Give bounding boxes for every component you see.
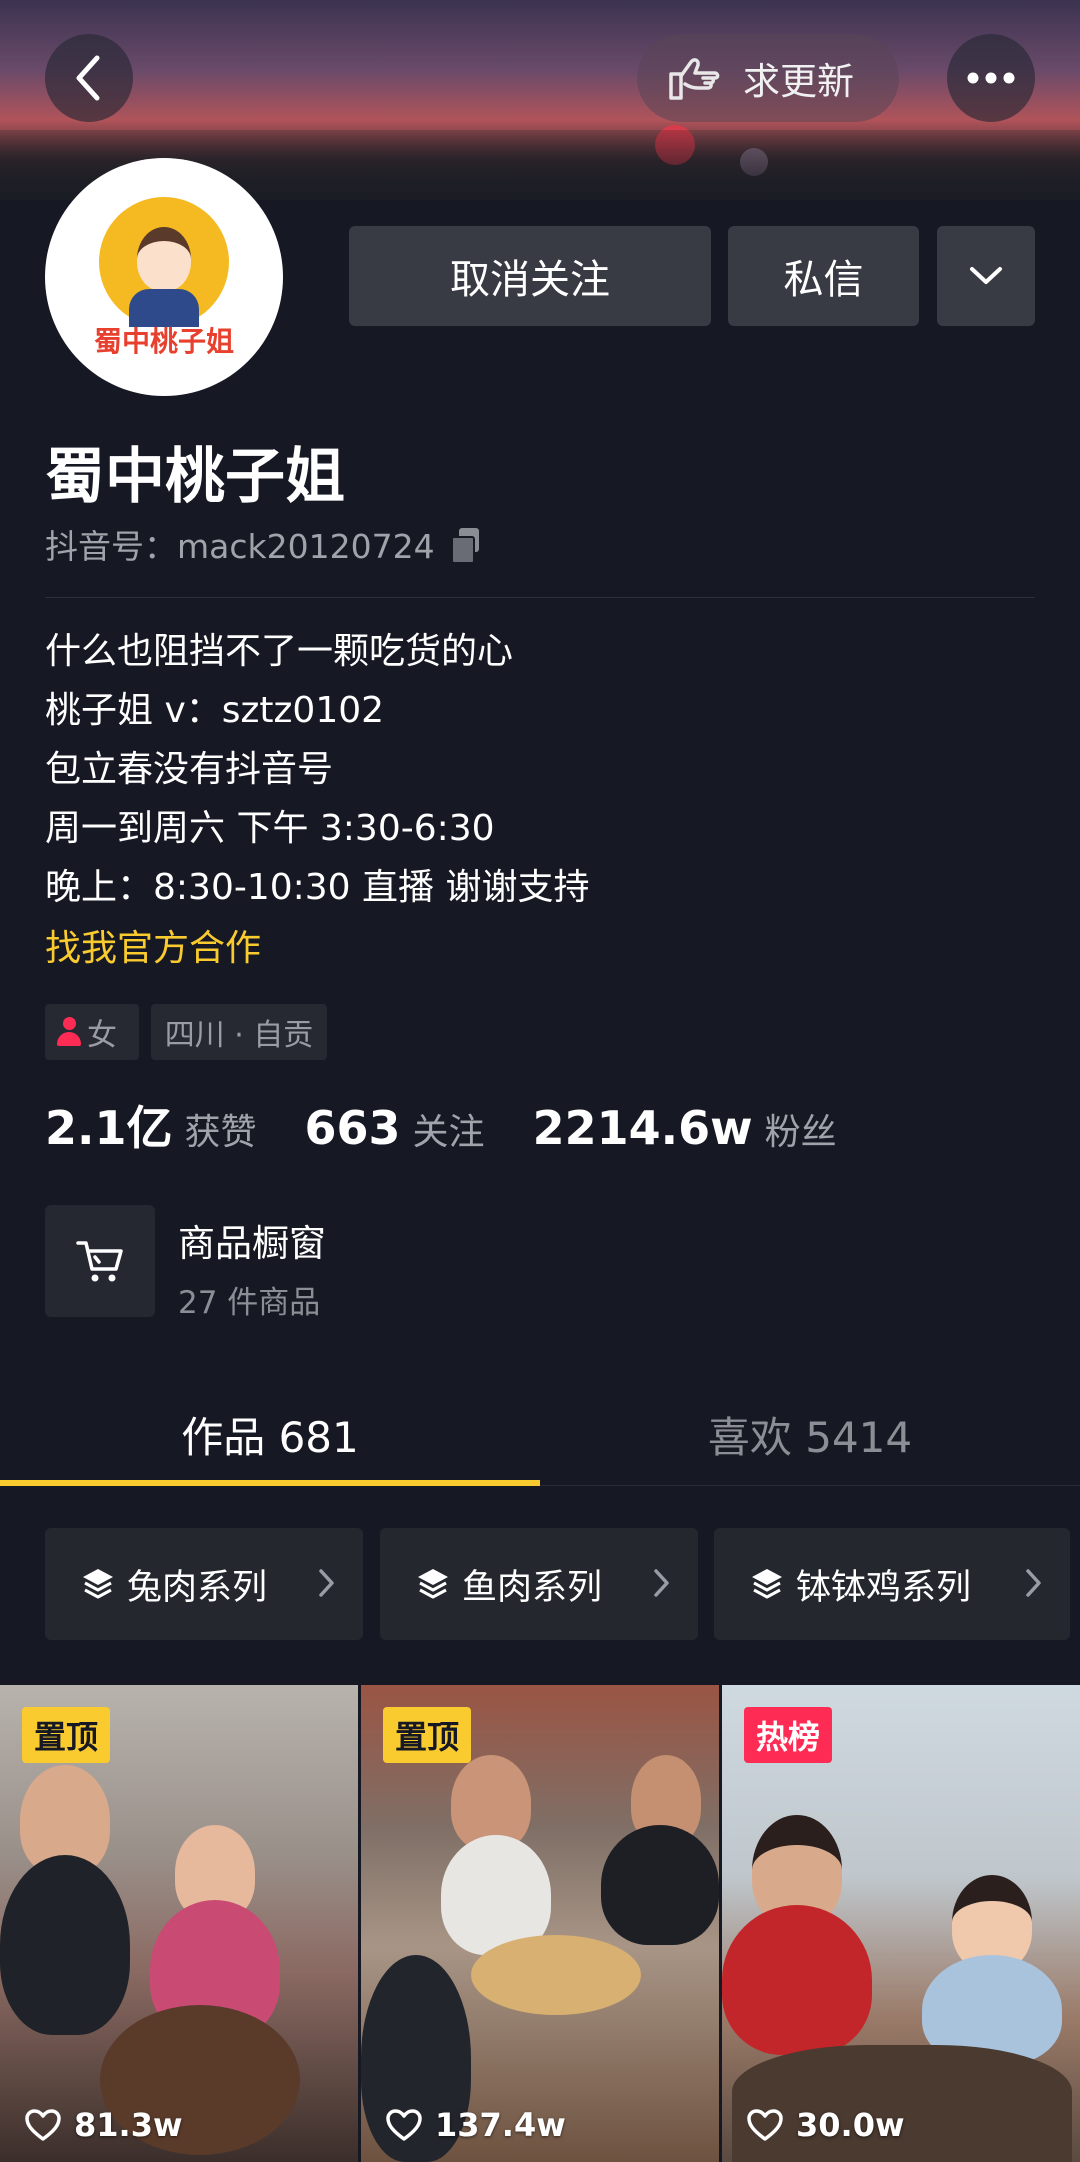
- layers-icon: [418, 1569, 448, 1599]
- unfollow-button[interactable]: 取消关注: [349, 226, 711, 326]
- product-showcase[interactable]: 商品橱窗 27 件商品: [45, 1205, 1035, 1321]
- video-thumbnail[interactable]: 热榜 30.0w: [722, 1685, 1080, 2162]
- heart-outline-icon: [386, 2109, 422, 2141]
- back-button[interactable]: [45, 34, 133, 122]
- layers-icon: [752, 1569, 782, 1599]
- chevron-right-icon: [1026, 1569, 1041, 1597]
- video-likes-count: 81.3w: [74, 2106, 183, 2144]
- request-update-label: 求更新: [743, 60, 854, 103]
- shop-icon-box: [45, 1205, 155, 1317]
- active-tab-indicator: [0, 1480, 540, 1486]
- copy-icon[interactable]: [450, 528, 481, 564]
- collection-fish[interactable]: 鱼肉系列: [380, 1528, 698, 1640]
- video-thumbnail[interactable]: 置顶 137.4w: [361, 1685, 719, 2162]
- collection-bobo-chicken[interactable]: 钵钵鸡系列: [714, 1528, 1070, 1640]
- pinned-badge: 置顶: [22, 1707, 111, 1763]
- following-count[interactable]: 663: [305, 1101, 401, 1155]
- bio-line: 桃子姐 v：sztz0102: [45, 690, 385, 731]
- bio-line: 晚上：8:30-10:30 直播 谢谢支持: [45, 867, 590, 908]
- video-likes-count: 137.4w: [435, 2106, 566, 2144]
- gender-tag: 女: [45, 1004, 139, 1060]
- video-likes: 81.3w: [24, 2106, 183, 2144]
- shopping-cart-icon: [76, 1241, 123, 1282]
- avatar-face: [137, 227, 191, 291]
- video-likes: 30.0w: [746, 2106, 905, 2144]
- avatar-logo-circle: [99, 197, 229, 327]
- video-likes: 137.4w: [385, 2106, 566, 2144]
- bio-line: 包立春没有抖音号: [45, 749, 334, 790]
- profile-name: 蜀中桃子姐: [45, 442, 345, 512]
- more-dots-icon: [967, 72, 1015, 84]
- stats-row: 2.1亿 获赞 663 关注 2214.6w 粉丝: [45, 1092, 885, 1158]
- pinned-badge: 置顶: [383, 1707, 472, 1763]
- section-divider: [45, 597, 1035, 598]
- request-update-button[interactable]: 求更新: [637, 34, 899, 122]
- location-tag: 四川 · 自贡: [151, 1004, 327, 1060]
- thumbnail-figure: [732, 2045, 1072, 2162]
- location-label: 四川 · 自贡: [164, 1018, 314, 1053]
- following-label[interactable]: 关注: [413, 1103, 485, 1155]
- collection-rabbit[interactable]: 兔肉系列: [45, 1528, 363, 1640]
- thumbnail-figure: [601, 1825, 719, 1945]
- tab-works[interactable]: 作品 681: [0, 1382, 540, 1486]
- collection-label: 兔肉系列: [127, 1567, 268, 1608]
- video-thumbnail[interactable]: 置顶 81.3w: [0, 1685, 358, 2162]
- message-button[interactable]: 私信: [728, 226, 919, 326]
- followers-count[interactable]: 2214.6w: [533, 1101, 753, 1155]
- gender-label: 女: [87, 1018, 117, 1053]
- video-likes-count: 30.0w: [796, 2106, 905, 2144]
- official-cooperation-link[interactable]: 找我官方合作: [45, 919, 1035, 978]
- avatar[interactable]: 蜀中桃子姐: [45, 158, 283, 396]
- chevron-down-icon: [970, 267, 1002, 284]
- pointing-hand-icon: [669, 58, 720, 100]
- chevron-right-icon: [319, 1569, 334, 1597]
- chevron-left-icon: [76, 55, 100, 101]
- douyin-id-row: 抖音号：mack20120724: [45, 520, 481, 568]
- collection-label: 鱼肉系列: [462, 1567, 603, 1608]
- collection-label: 钵钵鸡系列: [796, 1567, 972, 1608]
- bio: 什么也阻挡不了一颗吃货的心 桃子姐 v：sztz0102 包立春没有抖音号 周一…: [45, 622, 1035, 978]
- trending-badge: 热榜: [744, 1707, 833, 1763]
- likes-count: 2.1亿: [45, 1101, 173, 1155]
- douyin-id-text: 抖音号：mack20120724: [45, 527, 435, 566]
- shop-product-count: 27 件商品: [178, 1285, 321, 1321]
- content-tabs: 作品 681 喜欢 5414: [0, 1382, 1080, 1486]
- thumbnail-figure: [722, 1905, 872, 2055]
- more-button[interactable]: [947, 34, 1035, 122]
- layers-icon: [83, 1569, 113, 1599]
- likes-label: 获赞: [184, 1112, 257, 1153]
- heart-outline-icon: [25, 2109, 61, 2141]
- bio-line: 什么也阻挡不了一颗吃货的心: [45, 631, 514, 672]
- followers-label[interactable]: 粉丝: [765, 1103, 837, 1155]
- shop-title: 商品橱窗: [178, 1222, 326, 1265]
- thumbnail-figure: [471, 1935, 641, 2015]
- more-actions-dropdown-button[interactable]: [937, 226, 1035, 326]
- avatar-brand-text: 蜀中桃子姐: [93, 325, 234, 358]
- chevron-right-icon: [654, 1569, 669, 1597]
- female-person-icon: [57, 1017, 81, 1047]
- thumbnail-figure: [0, 1855, 130, 2035]
- video-grid: 置顶 81.3w 置顶 137.4w 热榜 30.0w: [0, 1685, 1080, 2162]
- tab-likes[interactable]: 喜欢 5414: [540, 1382, 1080, 1486]
- heart-outline-icon: [747, 2109, 783, 2141]
- bio-line: 周一到周六 下午 3:30-6:30: [45, 808, 495, 849]
